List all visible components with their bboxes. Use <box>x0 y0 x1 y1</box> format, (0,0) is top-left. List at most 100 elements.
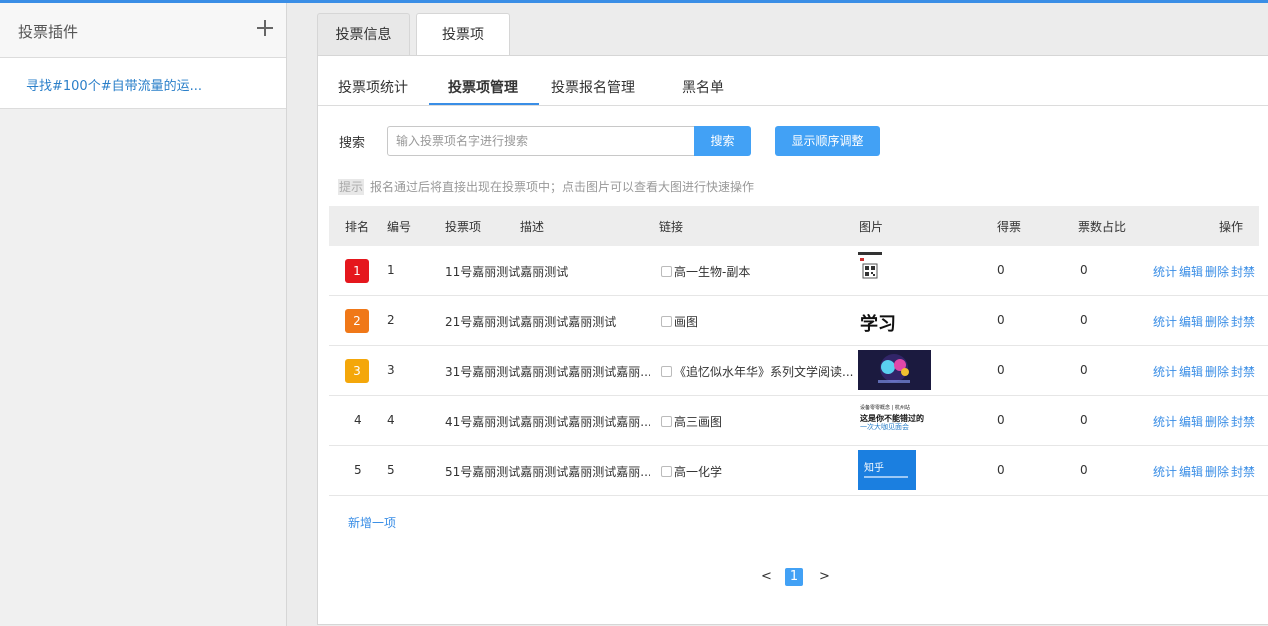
row-item: 21号嘉丽测试嘉丽测试嘉丽测试 <box>445 315 617 329</box>
stats-link[interactable]: 统计 <box>1153 465 1177 479</box>
main-panel: 投票项统计 投票项管理 投票报名管理 黑名单 搜索 搜索 显示顺序调整 提示报名… <box>317 55 1268 625</box>
row-no: 1 <box>387 263 395 277</box>
row-no: 2 <box>387 313 395 327</box>
thumbnail-image[interactable]: 设备零零概念 | 杭州站 这是你不能错过的 一次大咖见面会 <box>858 404 924 432</box>
hint-text: 报名通过后将直接出现在投票项中；点击图片可以查看大图进行快速操作 <box>370 180 755 194</box>
hint-tag: 提示 <box>338 179 365 195</box>
thumbnail-caption-line <box>864 476 908 478</box>
row-votes: 0 <box>997 413 1005 427</box>
hint: 提示 报名通过后将直接出现在投票项中；点击图片可以查看大图进行快速操作 <box>338 178 754 195</box>
delete-link[interactable]: 删除 <box>1205 265 1229 279</box>
table-row: 3 3 31号嘉丽测试嘉丽测试嘉丽测试嘉丽... 《追忆似水年华》系列文学阅读.… <box>329 346 1268 396</box>
tab-vote-info[interactable]: 投票信息 <box>317 13 410 55</box>
subtab-bar: 投票项统计 投票项管理 投票报名管理 黑名单 <box>318 56 1268 106</box>
row-ops: 统计 编辑 删除 封禁 <box>1153 463 1257 480</box>
subtab-item-stats[interactable]: 投票项统计 <box>338 77 408 97</box>
thumbnail-image[interactable]: 学习 <box>858 310 906 336</box>
row-ratio: 0 <box>1080 463 1088 477</box>
rank-number: 4 <box>354 413 362 427</box>
row-link-text: 高三画图 <box>674 415 723 429</box>
row-votes: 0 <box>997 263 1005 277</box>
sidebar: 投票插件 寻找#100个#自带流量的运... <box>0 3 287 626</box>
ban-link[interactable]: 封禁 <box>1231 265 1255 279</box>
row-ratio: 0 <box>1080 263 1088 277</box>
row-item: 11号嘉丽测试嘉丽测试 <box>445 265 569 279</box>
add-icon[interactable] <box>254 17 276 39</box>
next-page-button[interactable]: > <box>819 569 830 584</box>
row-link: 高一化学 <box>661 463 856 480</box>
link-checkbox[interactable] <box>661 266 672 277</box>
edit-link[interactable]: 编辑 <box>1179 465 1203 479</box>
link-checkbox[interactable] <box>661 366 672 377</box>
th-ratio: 票数占比 <box>1078 220 1127 234</box>
ban-link[interactable]: 封禁 <box>1231 365 1255 379</box>
table-header: 排名 编号 投票项 描述 链接 图片 得票 票数占比 操作 <box>329 206 1259 246</box>
row-link: 高三画图 <box>661 413 856 430</box>
row-ops: 统计 编辑 删除 封禁 <box>1153 363 1257 380</box>
row-link: 高一生物-副本 <box>661 263 856 280</box>
row-link-text: 高一生物-副本 <box>674 265 751 279</box>
thumbnail-image[interactable] <box>858 252 882 280</box>
subtab-blacklist[interactable]: 黑名单 <box>682 77 724 97</box>
delete-link[interactable]: 删除 <box>1205 365 1229 379</box>
display-order-button[interactable]: 显示顺序调整 <box>775 126 880 156</box>
link-checkbox[interactable] <box>661 466 672 477</box>
row-ratio: 0 <box>1080 413 1088 427</box>
row-ops: 统计 编辑 删除 封禁 <box>1153 313 1257 330</box>
table-row: 1 1 11号嘉丽测试嘉丽测试 高一生物-副本 0 0 统计 编辑 删除 封禁 <box>329 246 1268 296</box>
delete-link[interactable]: 删除 <box>1205 415 1229 429</box>
link-checkbox[interactable] <box>661 416 672 427</box>
th-image: 图片 <box>859 220 884 234</box>
row-no: 4 <box>387 413 395 427</box>
prev-page-button[interactable]: < <box>761 569 772 584</box>
ban-link[interactable]: 封禁 <box>1231 465 1255 479</box>
thumbnail-image[interactable]: 知乎 <box>858 450 916 490</box>
search-button[interactable]: 搜索 <box>694 126 751 156</box>
stats-link[interactable]: 统计 <box>1153 265 1177 279</box>
th-link: 链接 <box>659 220 684 234</box>
row-ops: 统计 编辑 删除 封禁 <box>1153 263 1257 280</box>
tab-vote-items[interactable]: 投票项 <box>416 13 510 56</box>
sidebar-item-vote[interactable]: 寻找#100个#自带流量的运... <box>0 58 286 109</box>
row-votes: 0 <box>997 363 1005 377</box>
row-link-text: 高一化学 <box>674 465 723 479</box>
th-desc: 描述 <box>520 220 545 234</box>
row-votes: 0 <box>997 463 1005 477</box>
rank-number: 5 <box>354 463 362 477</box>
row-link-text: 《追忆似水年华》系列文学阅读... <box>674 365 854 379</box>
rank-badge: 3 <box>345 359 369 383</box>
edit-link[interactable]: 编辑 <box>1179 265 1203 279</box>
search-label: 搜索 <box>339 136 366 151</box>
row-ratio: 0 <box>1080 313 1088 327</box>
sidebar-header: 投票插件 <box>0 3 286 58</box>
th-no: 编号 <box>387 220 412 234</box>
row-item: 51号嘉丽测试嘉丽测试嘉丽测试嘉丽... <box>445 465 650 479</box>
subtab-signup-manage[interactable]: 投票报名管理 <box>551 77 635 97</box>
stats-link[interactable]: 统计 <box>1153 365 1177 379</box>
table-row: 5 5 51号嘉丽测试嘉丽测试嘉丽测试嘉丽... 高一化学 知乎 0 0 统计编… <box>329 446 1268 496</box>
page-1-button[interactable]: 1 <box>785 568 803 586</box>
ban-link[interactable]: 封禁 <box>1231 315 1255 329</box>
th-rank: 排名 <box>345 220 370 234</box>
row-votes: 0 <box>997 313 1005 327</box>
edit-link[interactable]: 编辑 <box>1179 365 1203 379</box>
search-input[interactable] <box>387 126 695 156</box>
row-no: 5 <box>387 463 395 477</box>
edit-link[interactable]: 编辑 <box>1179 415 1203 429</box>
delete-link[interactable]: 删除 <box>1205 465 1229 479</box>
link-checkbox[interactable] <box>661 316 672 327</box>
edit-link[interactable]: 编辑 <box>1179 315 1203 329</box>
thumbnail-text: 学习 <box>860 314 896 335</box>
add-item-link[interactable]: 新增一项 <box>348 514 396 531</box>
thumbnail-text: 知乎 <box>864 463 884 474</box>
delete-link[interactable]: 删除 <box>1205 315 1229 329</box>
ban-link[interactable]: 封禁 <box>1231 415 1255 429</box>
table-row: 2 2 21号嘉丽测试嘉丽测试嘉丽测试 画图 学习 0 0 统计 编辑 删除 封禁 <box>329 296 1268 346</box>
rank-badge: 2 <box>345 309 369 333</box>
stats-link[interactable]: 统计 <box>1153 415 1177 429</box>
thumbnail-image[interactable] <box>858 350 931 390</box>
stats-link[interactable]: 统计 <box>1153 315 1177 329</box>
subtab-item-manage[interactable]: 投票项管理 <box>448 77 518 97</box>
table-row: 4 4 41号嘉丽测试嘉丽测试嘉丽测试嘉丽... 高三画图 设备零零概念 | 杭… <box>329 396 1268 446</box>
row-ops: 统计 编辑 删除 封禁 <box>1153 413 1257 430</box>
